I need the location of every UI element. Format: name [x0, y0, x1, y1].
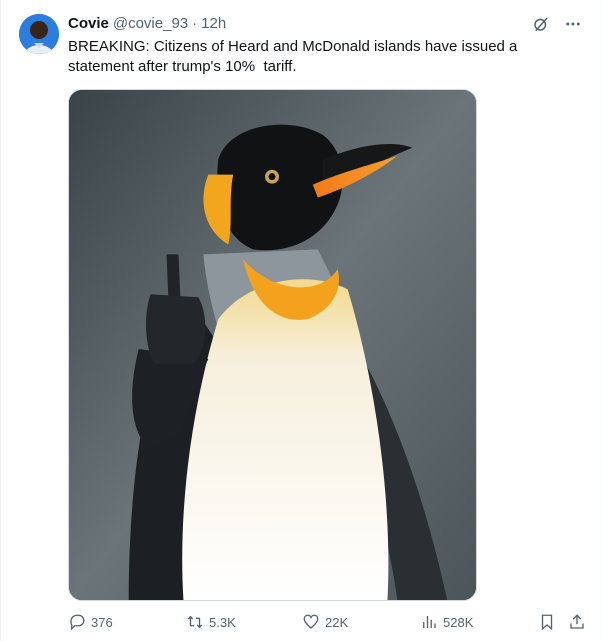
avatar-image: [19, 14, 59, 54]
bookmark-button[interactable]: [538, 613, 561, 631]
more-icon[interactable]: [563, 14, 583, 34]
views-icon: [423, 616, 436, 628]
separator-dot: ·: [192, 15, 198, 32]
share-button[interactable]: [568, 613, 591, 631]
timestamp[interactable]: 12h: [201, 15, 226, 32]
retweet-icon: [187, 615, 203, 629]
tweet-text: BREAKING: Citizens of Heard and McDonald…: [68, 38, 522, 75]
author-name[interactable]: Covie: [68, 15, 109, 32]
like-button[interactable]: 22K: [302, 613, 348, 631]
tweet-header: Covie @covie_93 · 12h: [68, 15, 226, 35]
retweet-count: 5.3K: [209, 614, 236, 630]
grok-icon[interactable]: [531, 14, 551, 34]
reply-button[interactable]: 376: [68, 613, 113, 631]
bookmark-icon: [541, 614, 553, 631]
tweet-actions: 376 5.3K 22K 528K: [68, 610, 592, 634]
views-button[interactable]: 528K: [420, 613, 473, 631]
tweet-media[interactable]: [68, 89, 477, 601]
retweet-button[interactable]: 5.3K: [186, 613, 236, 631]
views-count: 528K: [443, 614, 474, 630]
heart-icon: [303, 614, 319, 629]
reply-icon: [70, 614, 85, 631]
author-handle[interactable]: @covie_93: [113, 15, 188, 32]
tweet: Covie @covie_93 · 12h BREAKING: Citizens…: [0, 0, 602, 641]
top-actions: [531, 14, 583, 34]
share-icon: [570, 614, 584, 629]
like-count: 22K: [325, 614, 349, 630]
avatar[interactable]: [19, 14, 59, 54]
penguin-photo: [69, 90, 476, 600]
reply-count: 376: [91, 614, 113, 630]
